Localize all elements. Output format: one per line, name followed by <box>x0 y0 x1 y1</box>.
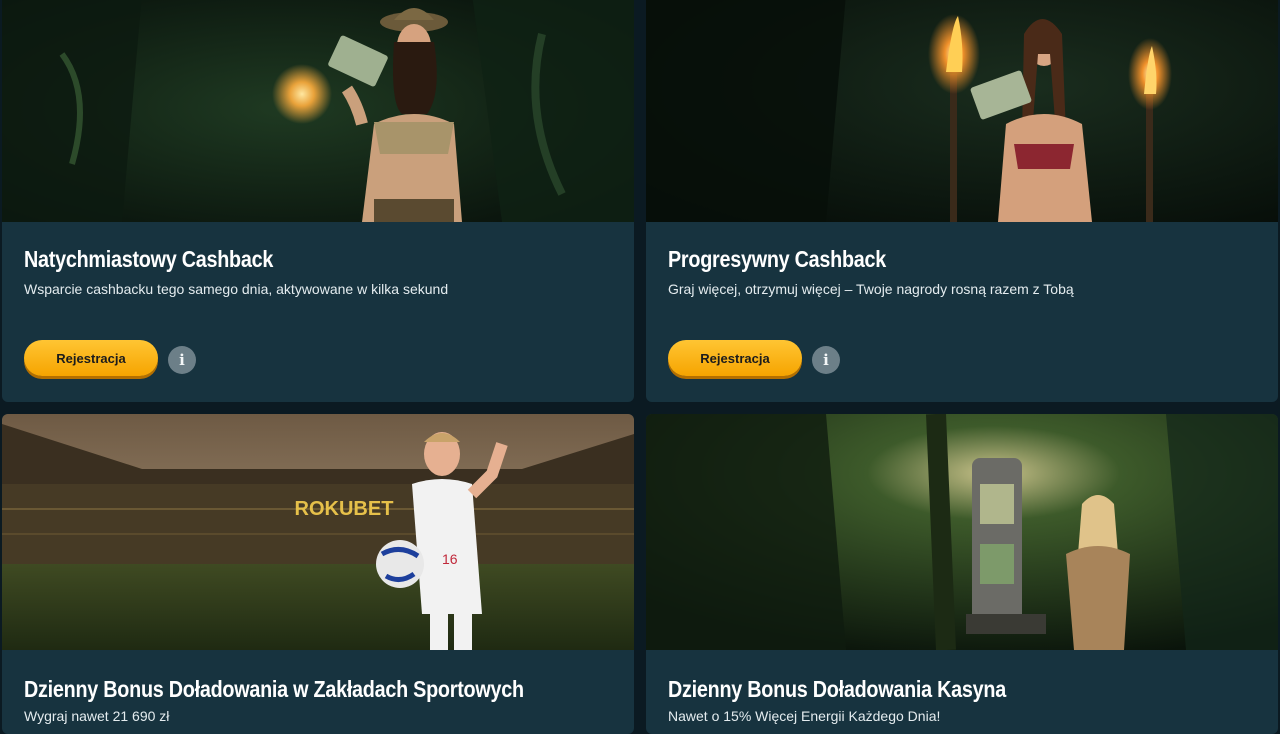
register-button[interactable]: Rejestracja <box>24 340 158 376</box>
promo-description: Wygraj nawet 21 690 zł <box>24 708 170 724</box>
promo-image-jungle-torches <box>646 0 1278 222</box>
promo-card-sports-reload: ROKUBET 16 Dzienny Bonus Doładowania w Z… <box>2 414 634 734</box>
promo-card-instant-cashback: Natychmiastowy Cashback Wsparcie cashbac… <box>2 0 634 402</box>
promo-card-progressive-cashback: Progresywny Cashback Graj więcej, otrzym… <box>646 0 1278 402</box>
info-icon[interactable]: i <box>812 346 840 374</box>
promo-image-jungle-explorer <box>2 0 634 222</box>
promo-image-stadium-player: ROKUBET 16 <box>2 414 634 650</box>
promo-title: Dzienny Bonus Doładowania w Zakładach Sp… <box>24 676 524 702</box>
promo-title: Progresywny Cashback <box>668 246 887 272</box>
promo-title: Natychmiastowy Cashback <box>24 246 274 272</box>
promo-title: Dzienny Bonus Doładowania Kasyna <box>668 676 1006 702</box>
promo-description: Nawet o 15% Więcej Energii Każdego Dnia! <box>668 708 941 724</box>
info-icon[interactable]: i <box>168 346 196 374</box>
stadium-banner-text: ROKUBET <box>295 498 394 520</box>
svg-text:16: 16 <box>442 551 458 567</box>
promotions-grid: Natychmiastowy Cashback Wsparcie cashbac… <box>0 0 1280 734</box>
promo-card-casino-reload: Dzienny Bonus Doładowania Kasyna Nawet o… <box>646 414 1278 734</box>
register-button[interactable]: Rejestracja <box>668 340 802 376</box>
promo-description: Graj więcej, otrzymuj więcej – Twoje nag… <box>668 281 1074 297</box>
promo-description: Wsparcie cashbacku tego samego dnia, akt… <box>24 281 449 297</box>
promo-image-jungle-slot-machine <box>646 414 1278 650</box>
